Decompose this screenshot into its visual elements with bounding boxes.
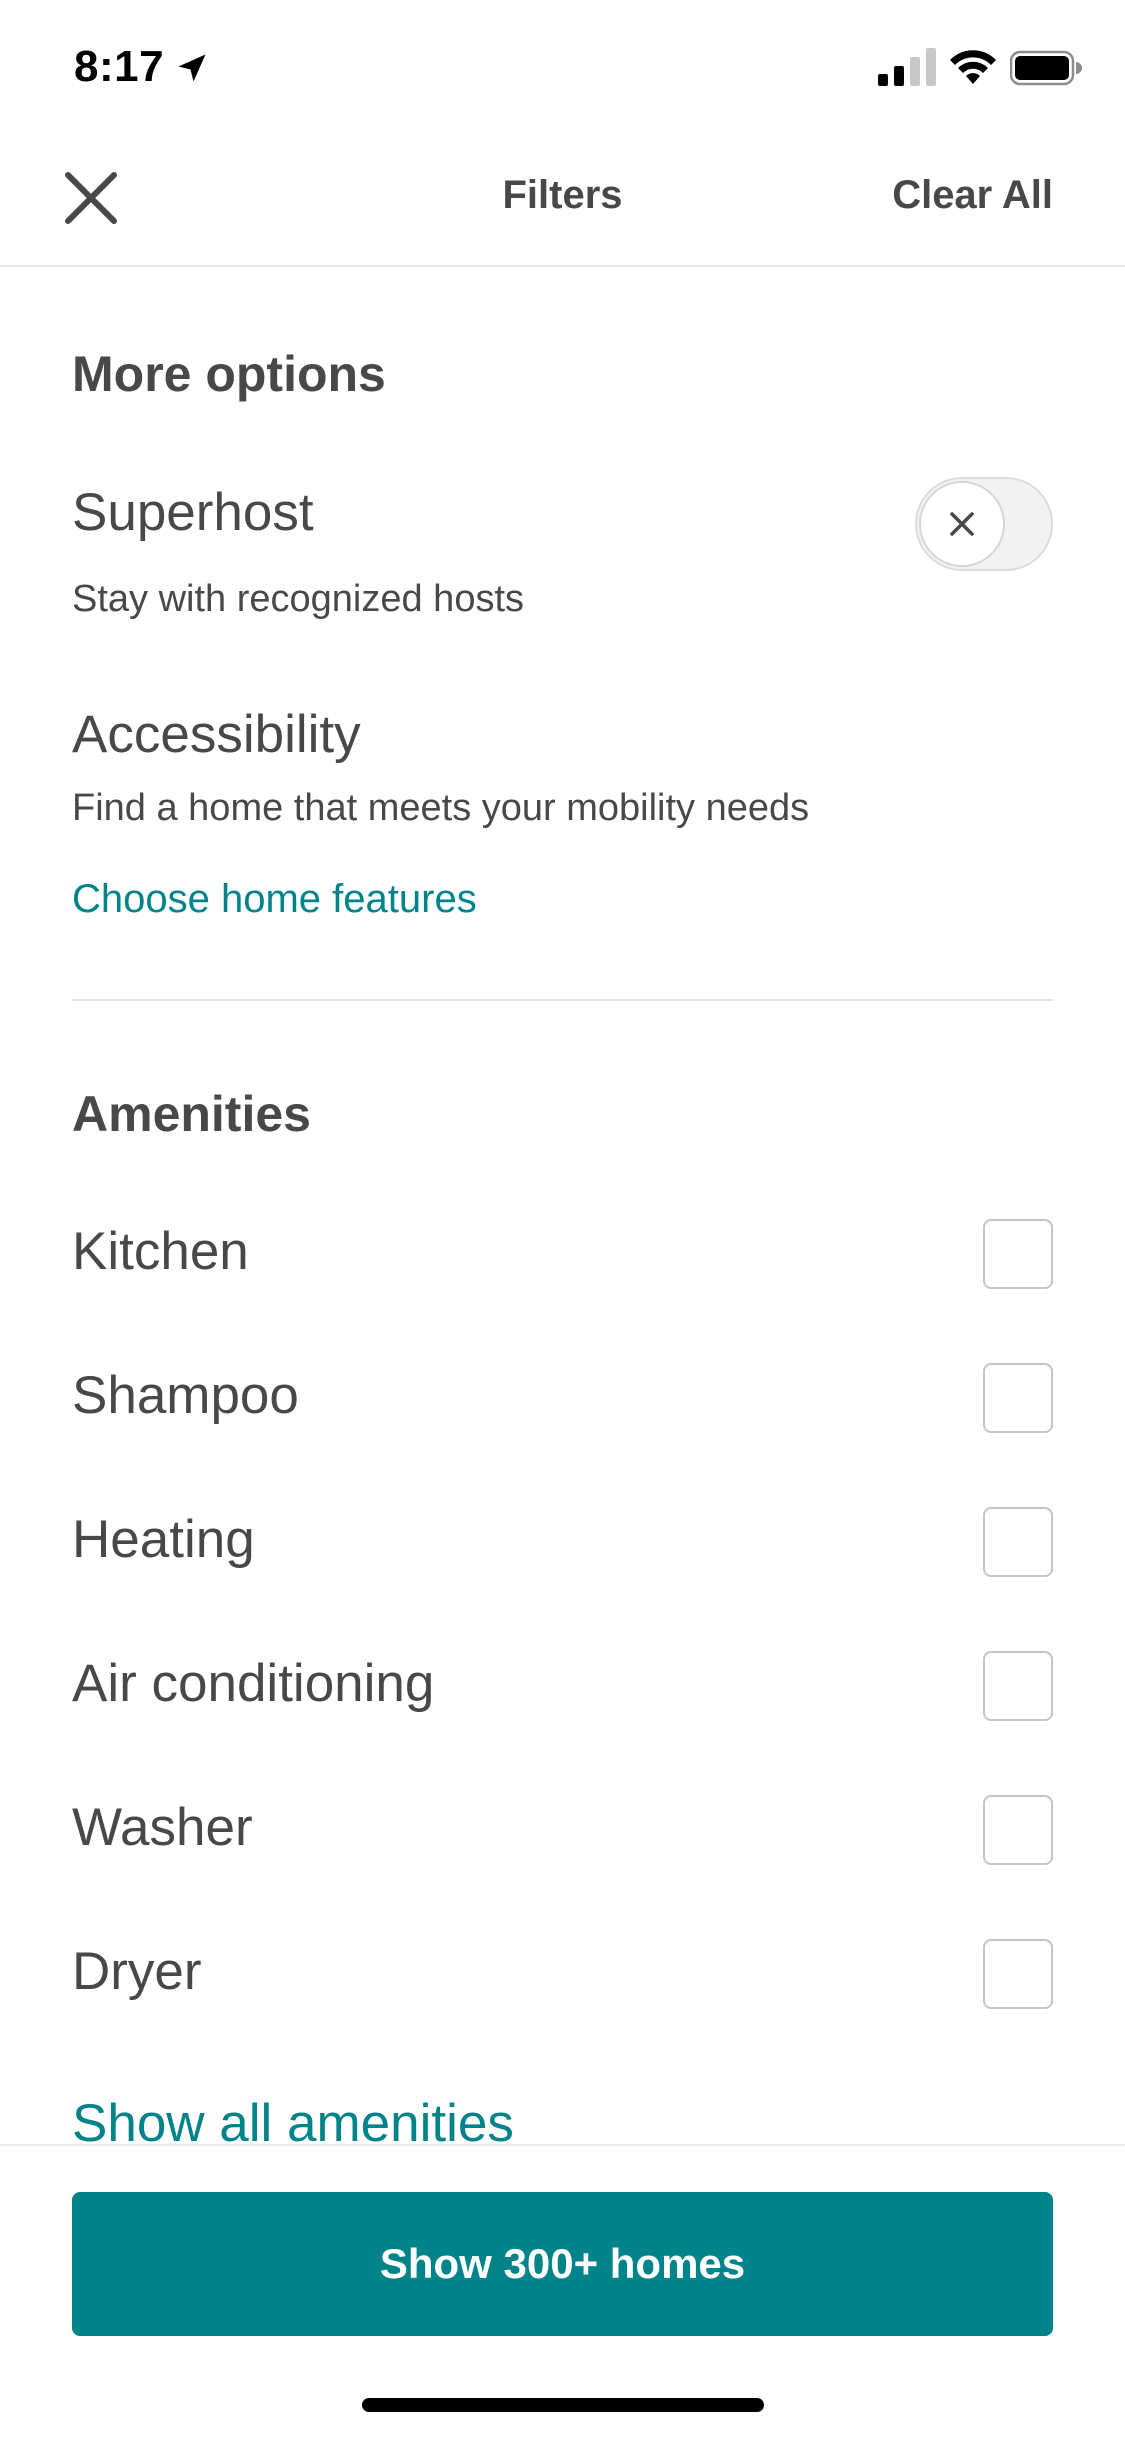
superhost-subtitle: Stay with recognized hosts [72, 578, 525, 620]
amenity-label: Air conditioning [72, 1654, 435, 1713]
superhost-toggle[interactable] [915, 477, 1053, 571]
amenity-item-washer[interactable]: Washer [72, 1763, 1053, 1907]
amenity-label: Kitchen [72, 1222, 249, 1281]
amenity-label: Shampoo [72, 1366, 299, 1425]
clear-all-button[interactable]: Clear All [892, 173, 1053, 218]
show-homes-button[interactable]: Show 300+ homes [72, 2192, 1053, 2336]
amenity-label: Heating [72, 1510, 255, 1569]
amenity-item-heating[interactable]: Heating [72, 1475, 1053, 1619]
toggle-knob [919, 481, 1005, 567]
footer-bar: Show 300+ homes [0, 2144, 1125, 2438]
choose-home-features-link[interactable]: Choose home features [72, 877, 477, 922]
amenity-item-shampoo[interactable]: Shampoo [72, 1331, 1053, 1475]
filters-header: Filters Clear All [0, 135, 1125, 267]
battery-icon [1010, 50, 1082, 86]
wifi-icon [950, 50, 996, 84]
accessibility-title: Accessibility [72, 705, 361, 764]
amenity-label: Dryer [72, 1942, 202, 2001]
amenity-item-air-conditioning[interactable]: Air conditioning [72, 1619, 1053, 1763]
amenity-label: Washer [72, 1798, 253, 1857]
status-bar: 8:17 [0, 0, 1125, 135]
location-arrow-icon [178, 54, 206, 82]
amenity-item-kitchen[interactable]: Kitchen [72, 1187, 1053, 1331]
amenity-checkbox[interactable] [983, 1939, 1053, 2009]
amenity-item-dryer[interactable]: Dryer [72, 1907, 1053, 2051]
amenity-list: Kitchen Shampoo Heating Air conditioning… [72, 1187, 1053, 2051]
amenity-checkbox[interactable] [983, 1507, 1053, 1577]
x-icon [950, 512, 974, 536]
accessibility-subtitle: Find a home that meets your mobility nee… [72, 787, 810, 829]
superhost-title: Superhost [72, 483, 314, 542]
amenity-checkbox[interactable] [983, 1363, 1053, 1433]
amenity-checkbox[interactable] [983, 1219, 1053, 1289]
amenities-heading: Amenities [72, 1086, 311, 1142]
cellular-signal-icon [878, 48, 936, 86]
section-divider [72, 999, 1053, 1001]
amenity-checkbox[interactable] [983, 1651, 1053, 1721]
more-options-heading: More options [72, 346, 386, 402]
amenity-checkbox[interactable] [983, 1795, 1053, 1865]
status-time: 8:17 [74, 42, 165, 91]
home-indicator[interactable] [362, 2398, 764, 2412]
